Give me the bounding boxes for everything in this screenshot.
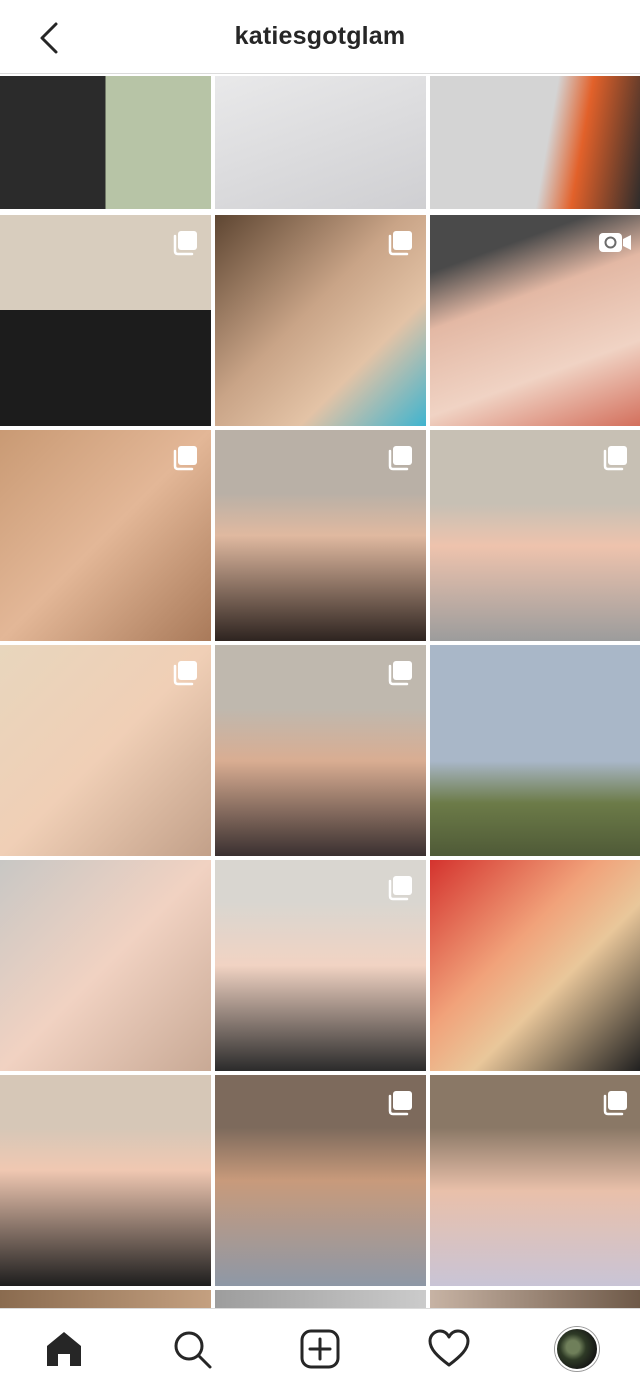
search-icon xyxy=(174,1331,212,1369)
post-thumbnail[interactable] xyxy=(0,1075,211,1286)
nav-profile-button[interactable] xyxy=(553,1325,601,1373)
carousel-icon xyxy=(603,1091,627,1116)
post-thumbnail[interactable] xyxy=(0,76,211,209)
post-thumbnail[interactable] xyxy=(215,1075,426,1286)
carousel-icon xyxy=(173,446,197,471)
post-thumbnail[interactable] xyxy=(0,430,211,641)
post-thumbnail[interactable] xyxy=(0,645,211,856)
nav-home-button[interactable] xyxy=(40,1325,88,1373)
nav-create-button[interactable] xyxy=(296,1325,344,1373)
post-thumbnail[interactable] xyxy=(215,1290,426,1310)
post-thumbnail[interactable] xyxy=(0,1290,211,1310)
post-thumbnail[interactable] xyxy=(430,860,640,1071)
nav-activity-button[interactable] xyxy=(425,1325,473,1373)
carousel-icon xyxy=(603,446,627,471)
carousel-icon xyxy=(388,446,412,471)
carousel-icon xyxy=(388,876,412,901)
video-icon xyxy=(599,233,631,252)
top-header: katiesgotglam xyxy=(0,0,640,74)
profile-avatar xyxy=(555,1327,599,1371)
carousel-icon xyxy=(388,661,412,686)
post-thumbnail[interactable] xyxy=(430,645,640,856)
post-thumbnail[interactable] xyxy=(0,215,211,426)
post-thumbnail[interactable] xyxy=(215,645,426,856)
carousel-icon xyxy=(173,661,197,686)
post-thumbnail[interactable] xyxy=(430,215,640,426)
carousel-icon xyxy=(388,1091,412,1116)
post-thumbnail[interactable] xyxy=(215,215,426,426)
bottom-navigation xyxy=(0,1308,640,1386)
add-post-icon xyxy=(300,1329,340,1369)
carousel-icon xyxy=(173,231,197,256)
post-thumbnail[interactable] xyxy=(0,860,211,1071)
post-thumbnail[interactable] xyxy=(430,1290,640,1310)
carousel-icon xyxy=(388,231,412,256)
post-thumbnail[interactable] xyxy=(430,430,640,641)
heart-icon xyxy=(428,1329,470,1367)
post-thumbnail[interactable] xyxy=(215,430,426,641)
post-thumbnail[interactable] xyxy=(430,1075,640,1286)
post-thumbnail[interactable] xyxy=(215,860,426,1071)
post-thumbnail[interactable] xyxy=(430,76,640,209)
nav-search-button[interactable] xyxy=(168,1325,216,1373)
post-thumbnail[interactable] xyxy=(215,76,426,209)
profile-username-title: katiesgotglam xyxy=(234,22,406,50)
home-icon xyxy=(47,1332,81,1366)
